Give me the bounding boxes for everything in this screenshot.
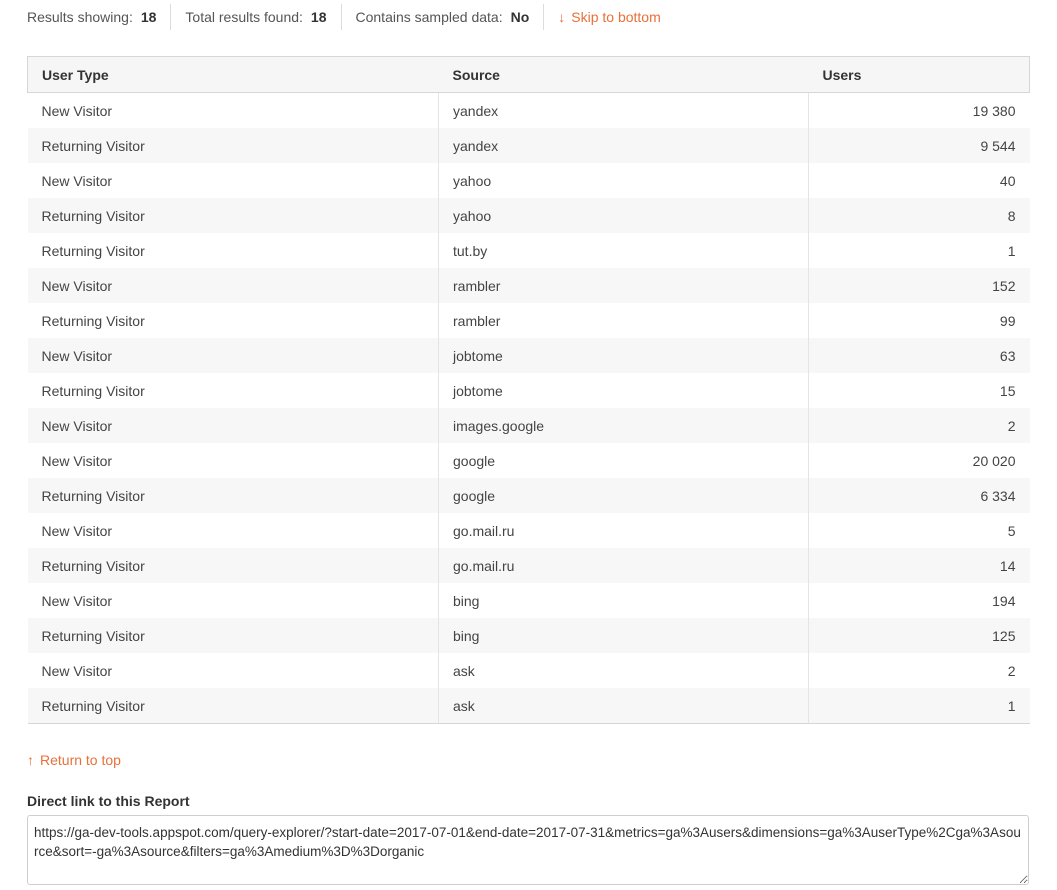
results-showing-label: Results showing: <box>27 9 133 25</box>
table-row: Returning Visitor google 6 334 <box>27 478 1030 513</box>
cell-source: ask <box>438 688 809 724</box>
table-row: New Visitor bing 194 <box>27 583 1030 618</box>
cell-source: google <box>438 443 809 478</box>
cell-source: bing <box>438 618 809 653</box>
cell-user-type: New Visitor <box>27 163 439 198</box>
cell-users: 40 <box>999 172 1016 189</box>
results-showing: Results showing: 18 <box>27 4 170 30</box>
table-row: New Visitor images.google 2 <box>27 408 1030 443</box>
cell-source: go.mail.ru <box>438 513 809 548</box>
table-row: New Visitor rambler 152 <box>27 268 1030 303</box>
return-to-top-link[interactable]: ↑ Return to top <box>27 752 121 768</box>
cell-source: jobtome <box>438 373 809 408</box>
arrow-down-icon: ↓ <box>558 9 566 25</box>
cell-users: 2 <box>1007 662 1016 679</box>
table-row: Returning Visitor jobtome 15 <box>27 373 1030 408</box>
cell-users: 1 <box>808 688 1030 724</box>
cell-user-type: New Visitor <box>27 338 439 373</box>
results-table-container: User Type Source Users New Visitor yandex… <box>27 56 1030 724</box>
table-row: New Visitor go.mail.ru 5 <box>27 513 1030 548</box>
cell-source: images.google <box>438 408 809 443</box>
skip-to-bottom-link[interactable]: ↓ Skip to bottom <box>558 9 661 25</box>
cell-users: 1 <box>1007 242 1016 259</box>
column-header-users[interactable]: Users <box>808 56 1030 93</box>
cell-users: 63 <box>808 338 1030 373</box>
cell-users: 99 <box>999 312 1016 329</box>
table-row: Returning Visitor ask 1 <box>27 688 1030 724</box>
cell-user-type: Returning Visitor <box>27 303 439 338</box>
table-row: New Visitor jobtome 63 <box>27 338 1030 373</box>
cell-users: 20 020 <box>972 452 1016 469</box>
cell-user-type: Returning Visitor <box>27 128 439 163</box>
cell-user-type: Returning Visitor <box>27 373 439 408</box>
cell-source: rambler <box>438 303 809 338</box>
column-header-user-type[interactable]: User Type <box>27 56 439 93</box>
table-row: Returning Visitor rambler 99 <box>27 303 1030 338</box>
table-row: Returning Visitor yandex 9 544 <box>27 128 1030 163</box>
cell-users: 5 <box>1007 522 1016 539</box>
cell-user-type: New Visitor <box>27 92 439 128</box>
cell-source: bing <box>438 583 809 618</box>
cell-source: yahoo <box>438 198 809 233</box>
results-summary-bar: Results showing: 18 Total results found:… <box>27 4 675 30</box>
direct-link-label: Direct link to this Report <box>27 793 190 809</box>
cell-users: 2 <box>808 408 1030 443</box>
table-row: Returning Visitor yahoo 8 <box>27 198 1030 233</box>
sampled-data-label: Contains sampled data: <box>355 9 503 25</box>
cell-source: rambler <box>438 268 809 303</box>
cell-users: 125 <box>808 618 1030 653</box>
skip-to-bottom-label: Skip to bottom <box>571 9 661 25</box>
total-results-label: Total results found: <box>185 9 303 25</box>
arrow-up-icon: ↑ <box>27 752 34 768</box>
cell-users: 15 <box>999 382 1016 399</box>
table-row: Returning Visitor go.mail.ru 14 <box>27 548 1030 583</box>
cell-user-type: Returning Visitor <box>27 688 439 724</box>
cell-source: yandex <box>438 128 809 163</box>
cell-source: yandex <box>438 92 809 128</box>
cell-source: ask <box>438 653 809 688</box>
table-row: New Visitor yandex 19 380 <box>27 92 1030 128</box>
total-results-value: 18 <box>310 9 327 25</box>
total-results-found: Total results found: 18 <box>170 4 340 30</box>
table-row: New Visitor yahoo 40 <box>27 163 1030 198</box>
cell-user-type: New Visitor <box>27 443 439 478</box>
direct-link-textarea[interactable]: https://ga-dev-tools.appspot.com/query-e… <box>27 815 1029 885</box>
return-to-top-label: Return to top <box>40 752 121 768</box>
cell-user-type: New Visitor <box>27 583 439 618</box>
cell-users: 194 <box>992 592 1016 609</box>
cell-users: 9 544 <box>808 128 1030 163</box>
cell-users: 152 <box>808 268 1030 303</box>
skip-to-bottom-item: ↓ Skip to bottom <box>543 4 675 30</box>
cell-users: 6 334 <box>808 478 1030 513</box>
cell-users: 14 <box>808 548 1030 583</box>
cell-source: go.mail.ru <box>438 548 809 583</box>
cell-user-type: New Visitor <box>27 408 439 443</box>
cell-users: 8 <box>808 198 1030 233</box>
column-header-source[interactable]: Source <box>438 56 809 93</box>
table-row: Returning Visitor bing 125 <box>27 618 1030 653</box>
table-row: New Visitor ask 2 <box>27 653 1030 688</box>
cell-user-type: Returning Visitor <box>27 548 439 583</box>
table-row: Returning Visitor tut.by 1 <box>27 233 1030 268</box>
cell-users: 19 380 <box>972 102 1016 119</box>
sampled-data-value: No <box>510 9 530 25</box>
table-row: New Visitor google 20 020 <box>27 443 1030 478</box>
cell-user-type: New Visitor <box>27 268 439 303</box>
cell-user-type: New Visitor <box>27 653 439 688</box>
cell-user-type: Returning Visitor <box>27 233 439 268</box>
results-table: User Type Source Users New Visitor yandex… <box>27 56 1030 724</box>
cell-source: google <box>438 478 809 513</box>
cell-user-type: New Visitor <box>27 513 439 548</box>
cell-source: yahoo <box>438 163 809 198</box>
contains-sampled-data: Contains sampled data: No <box>340 4 544 30</box>
table-body: New Visitor yandex 19 380 Returning Visitor… <box>27 92 1030 724</box>
cell-source: tut.by <box>438 233 809 268</box>
cell-user-type: Returning Visitor <box>27 478 439 513</box>
table-header-row: User Type Source Users <box>27 56 1030 93</box>
cell-user-type: Returning Visitor <box>27 618 439 653</box>
cell-source: jobtome <box>438 338 809 373</box>
cell-user-type: Returning Visitor <box>27 198 439 233</box>
results-showing-value: 18 <box>140 9 157 25</box>
